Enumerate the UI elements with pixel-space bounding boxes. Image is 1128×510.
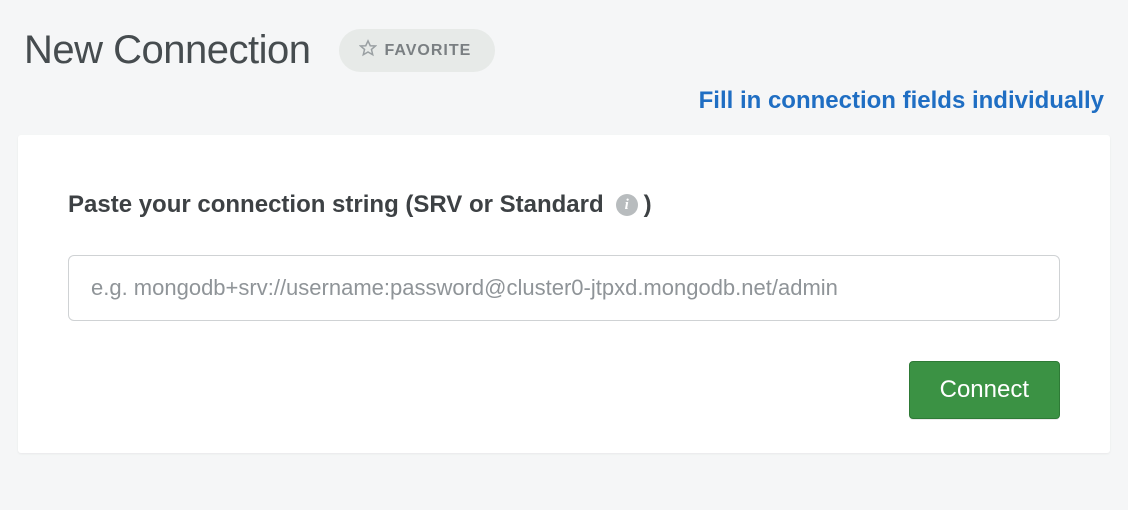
star-icon [359,39,377,62]
header-row: New Connection FAVORITE [0,0,1128,87]
connection-string-input[interactable] [68,255,1060,321]
fill-individually-link[interactable]: Fill in connection fields individually [699,87,1104,114]
connection-card: Paste your connection string (SRV or Sta… [18,135,1110,453]
actions-row: Connect [68,361,1060,419]
favorite-label: FAVORITE [385,42,472,60]
connection-string-label: Paste your connection string (SRV or Sta… [68,191,1060,219]
page-title: New Connection [24,28,311,73]
label-prefix: Paste your connection string (SRV or Sta… [68,191,604,219]
connect-button[interactable]: Connect [909,361,1060,419]
label-suffix: ) [644,191,652,219]
favorite-button[interactable]: FAVORITE [339,29,496,72]
link-row: Fill in connection fields individually [0,87,1128,135]
info-icon[interactable]: i [616,194,638,216]
